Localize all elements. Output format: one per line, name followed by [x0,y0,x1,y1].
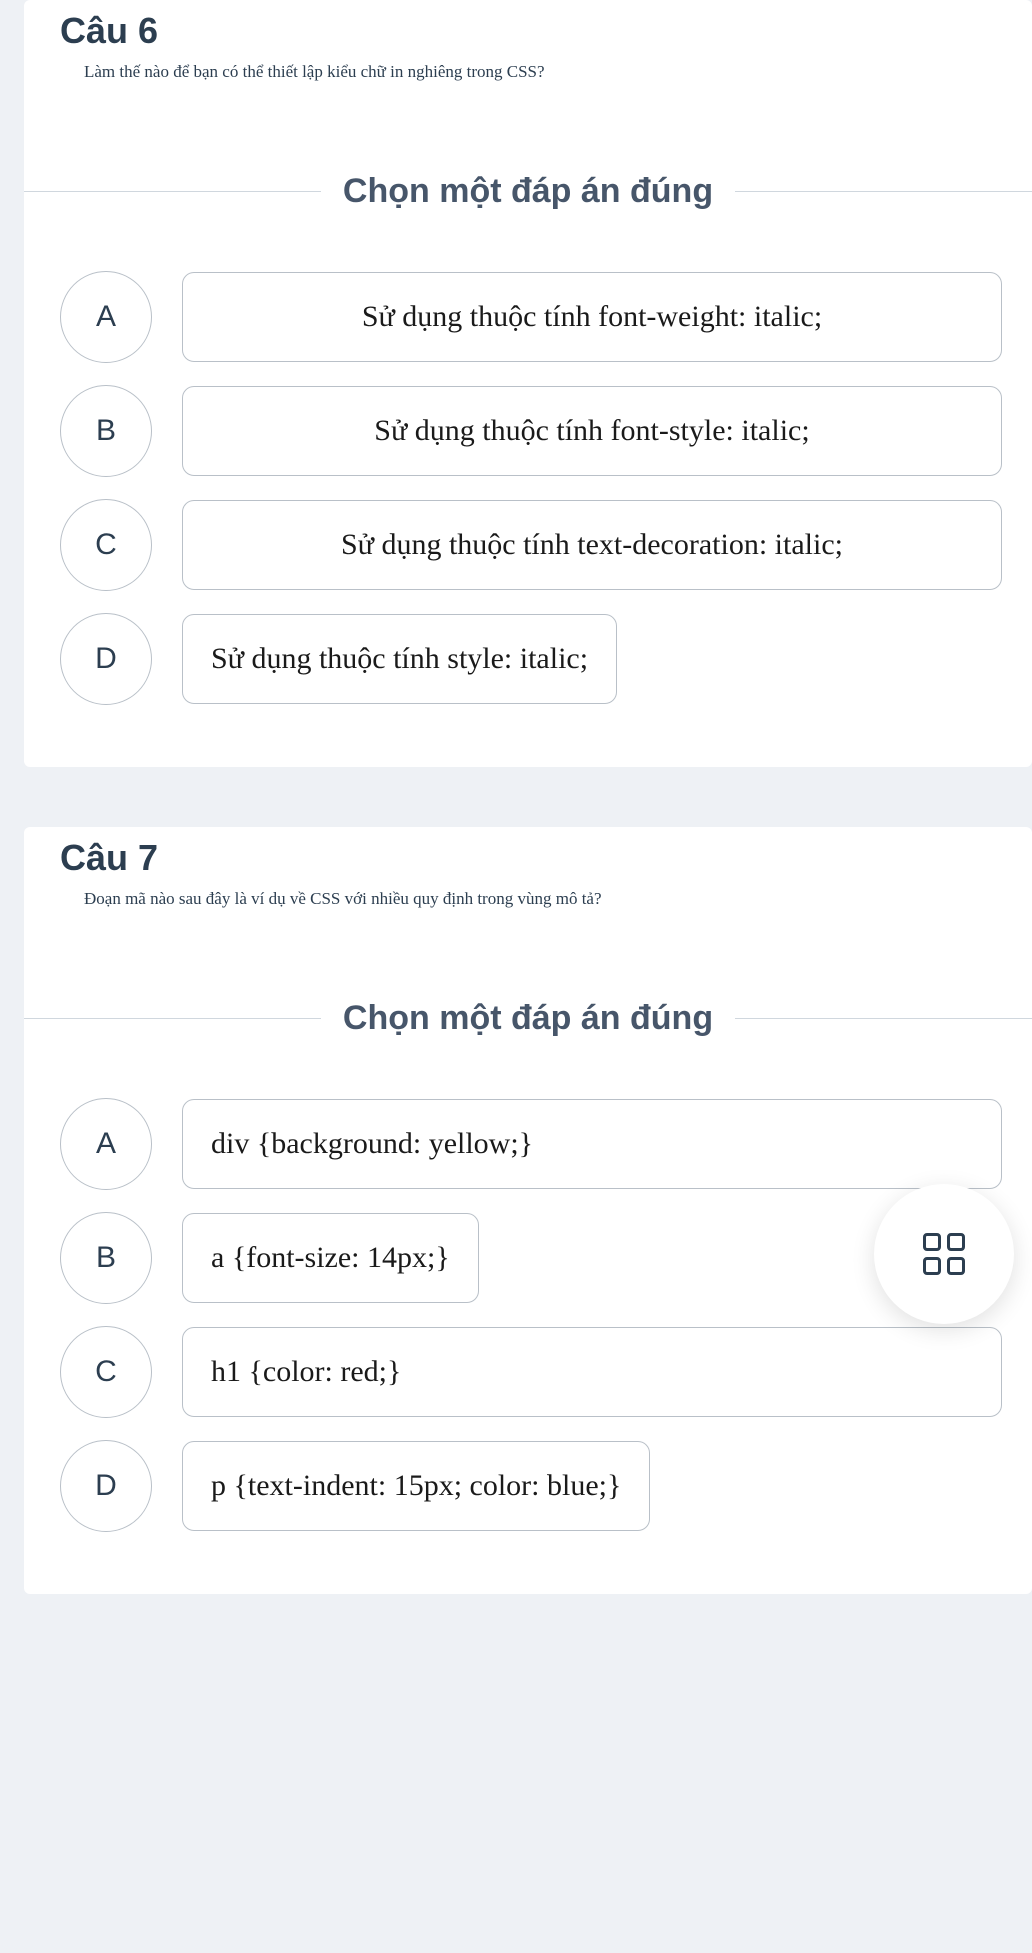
option-text[interactable]: p {text-indent: 15px; color: blue;} [182,1441,650,1531]
option-text[interactable]: Sử dụng thuộc tính font-weight: italic; [182,272,1002,362]
divider-line [735,1018,1032,1019]
option-row[interactable]: B a {font-size: 14px;} [60,1212,1002,1304]
option-letter[interactable]: B [60,385,152,477]
option-text[interactable]: Sử dụng thuộc tính text-decoration: ital… [182,500,1002,590]
option-letter[interactable]: D [60,613,152,705]
options-list: A div {background: yellow;} B a {font-si… [24,1098,1032,1532]
instruction-divider: Chọn một đáp án đúng [24,172,1032,211]
option-row[interactable]: A Sử dụng thuộc tính font-weight: italic… [60,271,1002,363]
option-text[interactable]: h1 {color: red;} [182,1327,1002,1417]
instruction-label: Chọn một đáp án đúng [321,172,735,211]
instruction-divider: Chọn một đáp án đúng [24,999,1032,1038]
fab-button[interactable] [874,1184,1014,1324]
option-row[interactable]: C h1 {color: red;} [60,1326,1002,1418]
option-letter[interactable]: C [60,1326,152,1418]
question-title: Câu 6 [24,0,1032,52]
option-text[interactable]: div {background: yellow;} [182,1099,1002,1189]
divider-line [24,1018,321,1019]
option-text[interactable]: a {font-size: 14px;} [182,1213,479,1303]
instruction-label: Chọn một đáp án đúng [321,999,735,1038]
options-list: A Sử dụng thuộc tính font-weight: italic… [24,271,1032,705]
question-text: Làm thế nào để bạn có thể thiết lập kiểu… [24,52,1032,82]
option-letter[interactable]: C [60,499,152,591]
option-row[interactable]: B Sử dụng thuộc tính font-style: italic; [60,385,1002,477]
option-row[interactable]: D p {text-indent: 15px; color: blue;} [60,1440,1002,1532]
question-card: Câu 7 Đoạn mã nào sau đây là ví dụ về CS… [24,827,1032,1594]
option-letter[interactable]: D [60,1440,152,1532]
question-title: Câu 7 [24,827,1032,879]
option-row[interactable]: A div {background: yellow;} [60,1098,1002,1190]
question-text: Đoạn mã nào sau đây là ví dụ về CSS với … [24,879,1032,909]
option-letter[interactable]: B [60,1212,152,1304]
question-card: Câu 6 Làm thế nào để bạn có thể thiết lậ… [24,0,1032,767]
option-letter[interactable]: A [60,271,152,363]
option-letter[interactable]: A [60,1098,152,1190]
grid-icon [923,1233,965,1275]
option-text[interactable]: Sử dụng thuộc tính style: italic; [182,614,617,704]
divider-line [735,191,1032,192]
option-text[interactable]: Sử dụng thuộc tính font-style: italic; [182,386,1002,476]
divider-line [24,191,321,192]
option-row[interactable]: C Sử dụng thuộc tính text-decoration: it… [60,499,1002,591]
option-row[interactable]: D Sử dụng thuộc tính style: italic; [60,613,1002,705]
